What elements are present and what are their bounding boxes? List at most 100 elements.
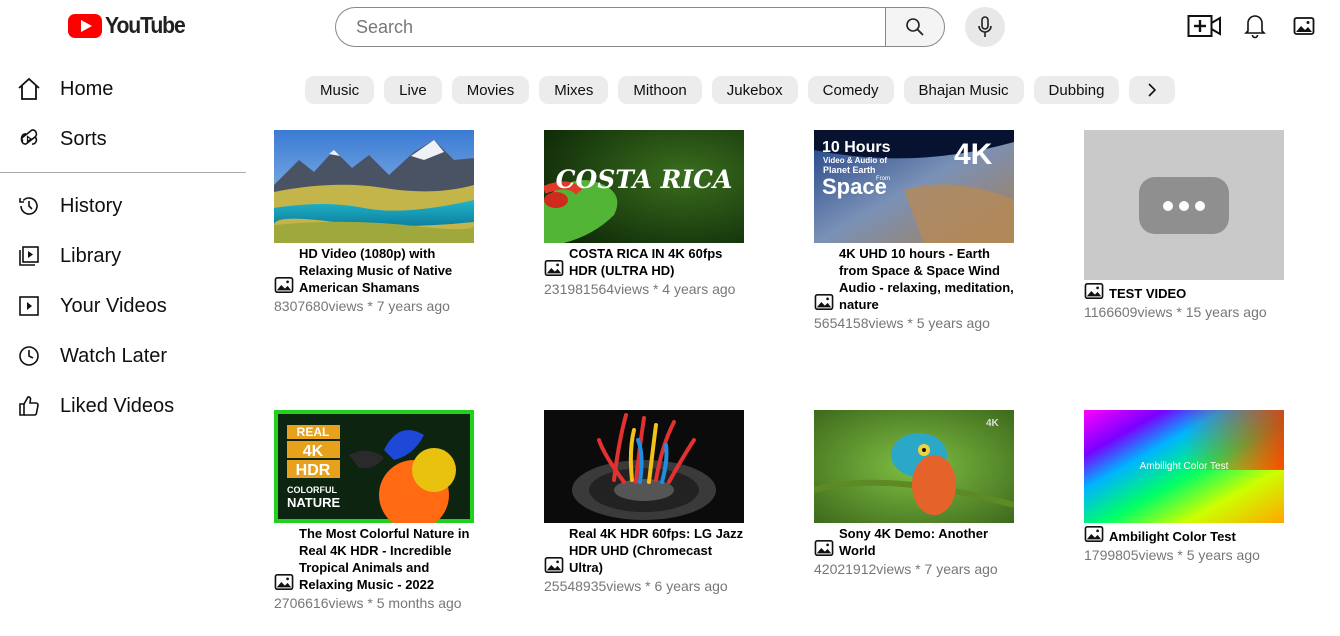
channel-image-icon[interactable]: [544, 556, 564, 574]
video-stats: 42021912views * 7 years ago: [814, 561, 998, 577]
video-title[interactable]: Real 4K HDR 60fps: LG Jazz HDR UHD (Chro…: [569, 525, 749, 576]
video-thumbnail[interactable]: REAL 4K HDR COLORFUL NATURE: [274, 410, 474, 523]
sidebar-divider: [0, 172, 246, 173]
video-thumbnail[interactable]: 10 Hours Video & Audio of Planet Earth F…: [814, 130, 1014, 243]
chip-music[interactable]: Music: [305, 76, 375, 104]
thumbnail-text: 4K: [986, 418, 1000, 429]
video-title[interactable]: Sony 4K Demo: Another World: [839, 525, 1019, 559]
video-stats: 1166609views * 15 years ago: [1084, 304, 1267, 320]
channel-image-icon[interactable]: [544, 259, 564, 277]
chip-comedy[interactable]: Comedy: [807, 76, 894, 104]
thumbnail-text: Ambilight Color Test: [1140, 461, 1229, 472]
create-video-button[interactable]: [1187, 12, 1223, 40]
thumbnail-text: 4K: [954, 138, 993, 171]
video-card[interactable]: TEST VIDEO 1166609views * 15 years ago: [1084, 130, 1324, 320]
search-bar: [335, 7, 945, 47]
video-card[interactable]: Real 4K HDR 60fps: LG Jazz HDR UHD (Chro…: [544, 410, 784, 594]
notifications-button[interactable]: [1243, 12, 1267, 40]
video-card[interactable]: REAL 4K HDR COLORFUL NATURE The Most Col…: [274, 410, 514, 611]
channel-image-icon[interactable]: [814, 539, 834, 557]
image-icon: [1293, 17, 1315, 35]
video-thumbnail[interactable]: COSTA RICA: [544, 130, 744, 243]
sidebar-item-home[interactable]: Home: [0, 64, 246, 114]
video-title[interactable]: 4K UHD 10 hours - Earth from Space & Spa…: [839, 245, 1019, 313]
chips-next-button[interactable]: [1129, 76, 1176, 104]
youtube-logo[interactable]: YouTube: [68, 12, 192, 39]
sidebar-item-history[interactable]: History: [0, 181, 246, 231]
sidebar-item-watch-later[interactable]: Watch Later: [0, 331, 246, 381]
sidebar-item-label: Your Videos: [60, 294, 167, 317]
chip-bhajan-music[interactable]: Bhajan Music: [903, 76, 1024, 104]
thumbnail-text: NATURE: [287, 495, 341, 510]
history-icon: [19, 197, 38, 215]
video-stats: 2706616views * 5 months ago: [274, 595, 462, 611]
video-card[interactable]: Ambilight Color Test Ambilight Color Tes…: [1084, 410, 1324, 563]
sidebar: Home Sorts History Library Your Videos W…: [0, 64, 246, 431]
search-icon: [906, 18, 924, 36]
video-thumbnail[interactable]: [274, 130, 474, 243]
video-thumbnail[interactable]: Ambilight Color Test: [1084, 410, 1284, 523]
bell-icon: [1244, 15, 1266, 39]
search-button[interactable]: [885, 7, 945, 47]
video-stats: 25548935views * 6 years ago: [544, 578, 728, 594]
video-title[interactable]: COSTA RICA IN 4K 60fps HDR (ULTRA HD): [569, 245, 749, 279]
category-chips: Music Live Movies Mixes Mithoon Jukebox …: [305, 76, 1176, 104]
sidebar-item-label: Library: [60, 244, 122, 267]
sidebar-item-shorts[interactable]: Sorts: [0, 114, 246, 164]
channel-image-icon[interactable]: [274, 573, 294, 591]
video-stats: 5654158views * 5 years ago: [814, 315, 990, 331]
thumbnail-text: 4K: [303, 443, 324, 460]
thumbnail-text: 10 Hours: [822, 139, 891, 156]
channel-image-icon[interactable]: [274, 276, 294, 294]
thumbnail-text: HDR: [296, 462, 331, 479]
microphone-icon: [978, 16, 992, 37]
video-stats: 1799805views * 5 years ago: [1084, 547, 1260, 563]
chip-movies[interactable]: Movies: [451, 76, 530, 104]
sidebar-item-label: Home: [60, 77, 114, 100]
sidebar-item-label: Watch Later: [60, 344, 168, 367]
video-add-icon: [1187, 15, 1221, 37]
video-title[interactable]: Ambilight Color Test: [1109, 528, 1289, 545]
video-thumbnail[interactable]: [544, 410, 744, 523]
sidebar-item-liked-videos[interactable]: Liked Videos: [0, 381, 246, 431]
thumbnail-text: COLORFUL: [287, 485, 337, 495]
video-title[interactable]: HD Video (1080p) with Relaxing Music of …: [299, 245, 479, 296]
account-button[interactable]: [1293, 12, 1315, 40]
video-thumbnail[interactable]: [1084, 130, 1284, 280]
channel-image-icon[interactable]: [814, 293, 834, 311]
video-card[interactable]: 4K Sony 4K Demo: Another World 42021912v…: [814, 410, 1054, 577]
thumbs-up-icon: [19, 396, 39, 416]
voice-search-button[interactable]: [965, 7, 1005, 47]
home-icon: [18, 77, 40, 100]
your-videos-icon: [19, 296, 39, 316]
library-icon: [19, 246, 39, 266]
chip-mixes[interactable]: Mixes: [539, 76, 609, 104]
thumbnail-text: Video & Audio of: [823, 156, 887, 165]
video-title[interactable]: TEST VIDEO: [1109, 285, 1289, 302]
channel-image-icon[interactable]: [1084, 282, 1104, 300]
chip-mithoon[interactable]: Mithoon: [618, 76, 702, 104]
chip-dubbing[interactable]: Dubbing: [1033, 76, 1120, 104]
watch-later-icon: [19, 346, 39, 366]
video-stats: 8307680views * 7 years ago: [274, 298, 450, 314]
video-thumbnail[interactable]: 4K: [814, 410, 1014, 523]
channel-image-icon[interactable]: [1084, 525, 1104, 543]
video-title[interactable]: The Most Colorful Nature in Real 4K HDR …: [299, 525, 479, 593]
sidebar-item-label: Sorts: [60, 127, 107, 150]
sidebar-item-library[interactable]: Library: [0, 231, 246, 281]
sidebar-item-label: Liked Videos: [60, 394, 175, 417]
chip-live[interactable]: Live: [384, 76, 442, 104]
video-card[interactable]: HD Video (1080p) with Relaxing Music of …: [274, 130, 514, 314]
sidebar-item-your-videos[interactable]: Your Videos: [0, 281, 246, 331]
youtube-play-icon: [68, 13, 102, 38]
search-input[interactable]: [335, 7, 885, 47]
video-card[interactable]: COSTA RICA COSTA RICA IN 4K 60fps HDR (U…: [544, 130, 784, 297]
logo-text: YouTube: [105, 12, 186, 38]
video-stats: 231981564views * 4 years ago: [544, 281, 736, 297]
shorts-icon: [20, 129, 38, 145]
chevron-right-icon: [1148, 83, 1157, 97]
thumbnail-text: COSTA RICA: [556, 165, 733, 194]
sidebar-item-label: History: [60, 194, 123, 217]
video-card[interactable]: 10 Hours Video & Audio of Planet Earth F…: [814, 130, 1054, 331]
chip-jukebox[interactable]: Jukebox: [711, 76, 798, 104]
